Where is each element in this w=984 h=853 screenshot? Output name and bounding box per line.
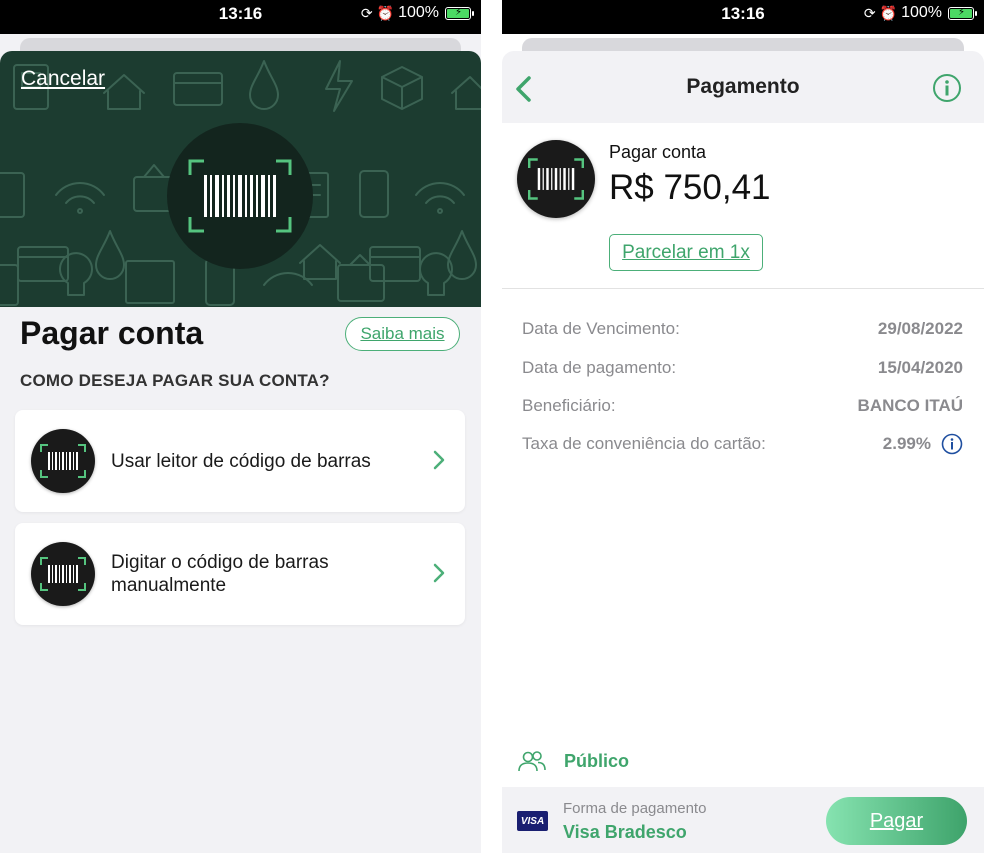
info-icon[interactable]	[932, 73, 962, 103]
bill-pay-options-screen: 13:16 ⟳ ⏰ 100% ⚡ Cancelar Pagar conta Sa…	[0, 0, 481, 853]
visa-card-icon: VISA	[517, 811, 548, 831]
payment-footer: VISA Forma de pagamento Visa Bradesco Pa…	[502, 787, 984, 853]
chevron-right-icon	[433, 563, 445, 583]
detail-row-due-date: Data de Vencimento: 29/08/2022	[522, 317, 963, 341]
pay-amount: R$ 750,41	[609, 168, 771, 207]
payment-method-value[interactable]: Visa Bradesco	[563, 822, 687, 843]
battery-percent: 100%	[901, 4, 942, 21]
parcelar-button[interactable]: Parcelar em 1x	[609, 234, 763, 271]
chevron-right-icon	[433, 450, 445, 470]
detail-row-beneficiary: Beneficiário: BANCO ITAÚ	[522, 394, 963, 418]
status-bar: 13:16 ⟳ ⏰ 100% ⚡	[502, 0, 984, 34]
detail-row-payment-date: Data de pagamento: 15/04/2020	[522, 356, 963, 380]
option-barcode-reader[interactable]: Usar leitor de código de barras	[15, 410, 465, 512]
cancel-link[interactable]: Cancelar	[21, 67, 105, 91]
detail-value: 15/04/2020	[877, 358, 963, 377]
battery-icon: ⚡	[948, 6, 977, 20]
status-bar: 13:16 ⟳ ⏰ 100% ⚡	[0, 0, 481, 34]
pay-button[interactable]: Pagar	[826, 797, 967, 845]
detail-key: Data de Vencimento:	[522, 319, 680, 338]
saiba-mais-button[interactable]: Saiba mais	[345, 317, 460, 351]
alarm-icon: ⏰	[376, 5, 395, 21]
section-subtitle: COMO DESEJA PAGAR SUA CONTA?	[20, 371, 330, 390]
detail-key: Data de pagamento:	[522, 358, 677, 377]
orientation-lock-icon: ⟳	[360, 5, 373, 21]
detail-key: Beneficiário:	[522, 396, 616, 415]
detail-key: Taxa de conveniência do cartão:	[522, 434, 766, 453]
battery-icon: ⚡	[445, 6, 474, 20]
page-title: Pagar conta	[20, 315, 204, 351]
option-label: Usar leitor de código de barras	[111, 450, 371, 472]
screen-gap	[481, 0, 502, 853]
detail-value: 2.99%	[882, 434, 931, 453]
users-icon	[518, 751, 546, 772]
visibility-label: Público	[564, 750, 630, 771]
detail-row-fee: Taxa de conveniência do cartão: 2.99%	[522, 432, 963, 456]
option-manual-entry[interactable]: Digitar o código de barras manualmente	[15, 523, 465, 625]
payment-screen: 13:16 ⟳ ⏰ 100% ⚡ Pagamento Pagar conta R…	[502, 0, 984, 853]
visibility-selector[interactable]: Público	[518, 750, 629, 772]
payment-method-label: Forma de pagamento	[563, 800, 707, 817]
info-icon[interactable]	[941, 433, 963, 455]
option-label: Digitar o código de barras manualmente	[111, 552, 329, 596]
nav-header: Pagamento	[502, 51, 984, 123]
barcode-scan-icon	[517, 140, 595, 218]
pay-label: Pagar conta	[609, 142, 707, 162]
header-title: Pagamento	[686, 75, 800, 98]
detail-value: BANCO ITAÚ	[857, 396, 963, 415]
barcode-scan-icon	[167, 123, 313, 269]
battery-percent: 100%	[398, 4, 439, 21]
orientation-lock-icon: ⟳	[863, 5, 876, 21]
alarm-icon: ⏰	[879, 5, 898, 21]
barcode-scan-icon	[31, 429, 95, 493]
barcode-scan-icon	[31, 542, 95, 606]
detail-value: 29/08/2022	[877, 319, 963, 338]
divider	[502, 288, 984, 289]
